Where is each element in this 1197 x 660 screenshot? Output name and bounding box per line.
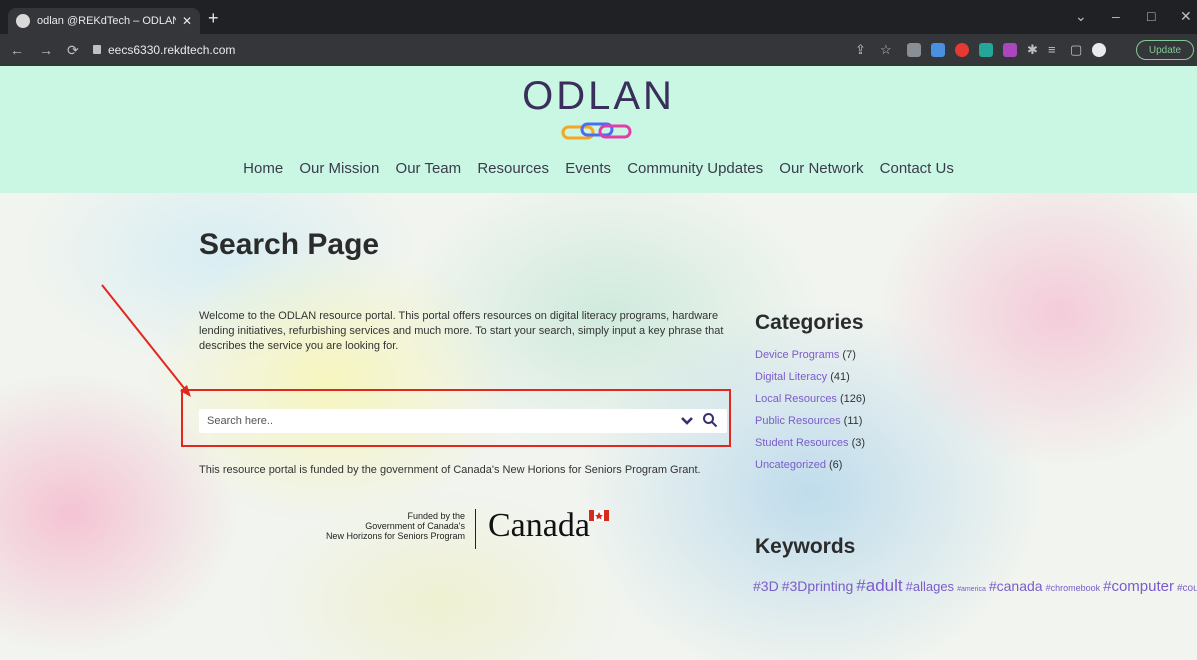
category-link-digital-literacy[interactable]: Digital Literacy — [755, 371, 827, 383]
close-window-button[interactable]: ✕ — [1180, 8, 1192, 25]
keyword-tag[interactable]: #3D — [753, 578, 779, 594]
keyword-cloud: #3D #3Dprinting #adult #allages #america #can… — [753, 575, 1197, 600]
page-title: Search Page — [199, 228, 380, 261]
category-item: Device Programs (7) — [755, 348, 866, 370]
keyword-tag[interactable]: #adult — [856, 576, 902, 595]
category-count: (41) — [830, 371, 850, 383]
extension-1-icon[interactable] — [907, 43, 921, 57]
category-count: (7) — [842, 349, 856, 361]
funding-note: This resource portal is funded by the go… — [199, 464, 701, 476]
government-funding-logo: Funded by the Government of Canada's New… — [300, 511, 465, 541]
search-input[interactable] — [199, 409, 669, 433]
category-link-local-resources[interactable]: Local Resources — [755, 393, 837, 405]
category-count: (6) — [829, 459, 843, 471]
category-item: Uncategorized (6) — [755, 458, 866, 480]
bookmark-star-icon[interactable]: ☆ — [880, 42, 892, 58]
site-logo[interactable]: ODLAN — [0, 74, 1197, 119]
site-favicon-icon — [16, 14, 30, 28]
search-icon[interactable] — [702, 412, 718, 428]
extension-s-icon[interactable] — [931, 43, 945, 57]
restore-button[interactable]: □ — [1147, 8, 1155, 24]
keyword-tag[interactable]: #allages — [906, 579, 954, 594]
paperclip-logo-icon — [561, 122, 632, 140]
categories-list: Device Programs (7) Digital Literacy (41… — [755, 348, 866, 480]
category-count: (126) — [840, 393, 866, 405]
update-button[interactable]: Update — [1136, 40, 1194, 60]
main-content: Search Page Welcome to the ODLAN resourc… — [0, 193, 1197, 660]
search-bar — [199, 409, 727, 433]
chevron-down-icon[interactable] — [679, 413, 695, 429]
keywords-heading: Keywords — [755, 535, 856, 558]
keyword-tag[interactable]: #chromebook — [1046, 583, 1101, 593]
category-link-public-resources[interactable]: Public Resources — [755, 415, 841, 427]
category-item: Digital Literacy (41) — [755, 370, 866, 392]
reading-list-icon[interactable]: ≡ — [1048, 42, 1056, 57]
site-header: ODLAN Home Our Mission Our Team Resource… — [0, 66, 1197, 193]
minimize-button[interactable]: – — [1112, 8, 1120, 24]
categories-heading: Categories — [755, 311, 864, 334]
back-icon[interactable]: ← — [10, 42, 24, 58]
tab-search-icon[interactable]: ⌄ — [1075, 8, 1087, 25]
keyword-tag[interactable]: #3Dprinting — [782, 578, 854, 594]
keyword-tag[interactable]: #computer — [1103, 578, 1174, 595]
side-panel-icon[interactable]: ▢ — [1070, 42, 1082, 58]
category-link-uncategorized[interactable]: Uncategorized — [755, 459, 826, 471]
nav-resources[interactable]: Resources — [477, 160, 549, 177]
keyword-tag[interactable]: #canada — [989, 578, 1043, 594]
nav-contact-us[interactable]: Contact Us — [880, 160, 954, 177]
canada-flag-icon — [589, 510, 609, 521]
adblock-icon[interactable] — [955, 43, 969, 57]
lock-icon[interactable] — [93, 45, 101, 54]
category-count: (11) — [843, 415, 863, 427]
extension-color-icon[interactable] — [1003, 43, 1017, 57]
nav-community-updates[interactable]: Community Updates — [627, 160, 763, 177]
extension-27-icon[interactable] — [979, 43, 993, 57]
extensions-puzzle-icon[interactable]: ✱ — [1027, 42, 1038, 58]
new-tab-button[interactable]: + — [208, 9, 219, 27]
category-item: Local Resources (126) — [755, 392, 866, 414]
annotation-arrow — [101, 284, 191, 397]
gov-line: New Horizons for Seniors Program — [325, 531, 465, 541]
logo-divider — [475, 509, 476, 549]
tab-title: odlan @REKdTech – ODLAN's Re — [37, 15, 176, 27]
forward-icon[interactable]: → — [39, 42, 53, 58]
browser-tab-bar: odlan @REKdTech – ODLAN's Re ✕ + ⌄ – □ ✕ — [0, 0, 1197, 34]
tab-close-icon[interactable]: ✕ — [182, 14, 192, 28]
reload-icon[interactable]: ⟳ — [67, 42, 79, 59]
canada-wordmark: Canada — [488, 507, 590, 544]
category-count: (3) — [851, 437, 866, 449]
share-icon[interactable]: ⇪ — [855, 42, 866, 58]
category-item: Public Resources (11) — [755, 414, 866, 436]
nav-our-network[interactable]: Our Network — [779, 160, 863, 177]
gov-line: Funded by the — [407, 511, 465, 521]
nav-events[interactable]: Events — [565, 160, 611, 177]
keyword-tag[interactable]: #courses — [1177, 583, 1197, 594]
nav-our-team[interactable]: Our Team — [396, 160, 462, 177]
profile-avatar[interactable] — [1092, 43, 1106, 57]
intro-text: Welcome to the ODLAN resource portal. Th… — [199, 310, 724, 352]
url-field[interactable]: eecs6330.rekdtech.com — [108, 43, 235, 57]
keyword-tag[interactable]: #america — [957, 586, 986, 593]
nav-home[interactable]: Home — [243, 160, 283, 177]
category-item: Student Resources (3) — [755, 436, 866, 458]
category-link-student-resources[interactable]: Student Resources — [755, 437, 849, 449]
nav-our-mission[interactable]: Our Mission — [299, 160, 379, 177]
browser-tab[interactable]: odlan @REKdTech – ODLAN's Re ✕ — [8, 8, 200, 34]
main-nav: Home Our Mission Our Team Resources Even… — [0, 160, 1197, 177]
gov-line: Government of Canada's — [365, 521, 465, 531]
address-bar: ← → ⟳ eecs6330.rekdtech.com ⇪ ☆ ✱ ≡ ▢ Up… — [0, 34, 1197, 66]
category-link-device-programs[interactable]: Device Programs — [755, 349, 839, 361]
